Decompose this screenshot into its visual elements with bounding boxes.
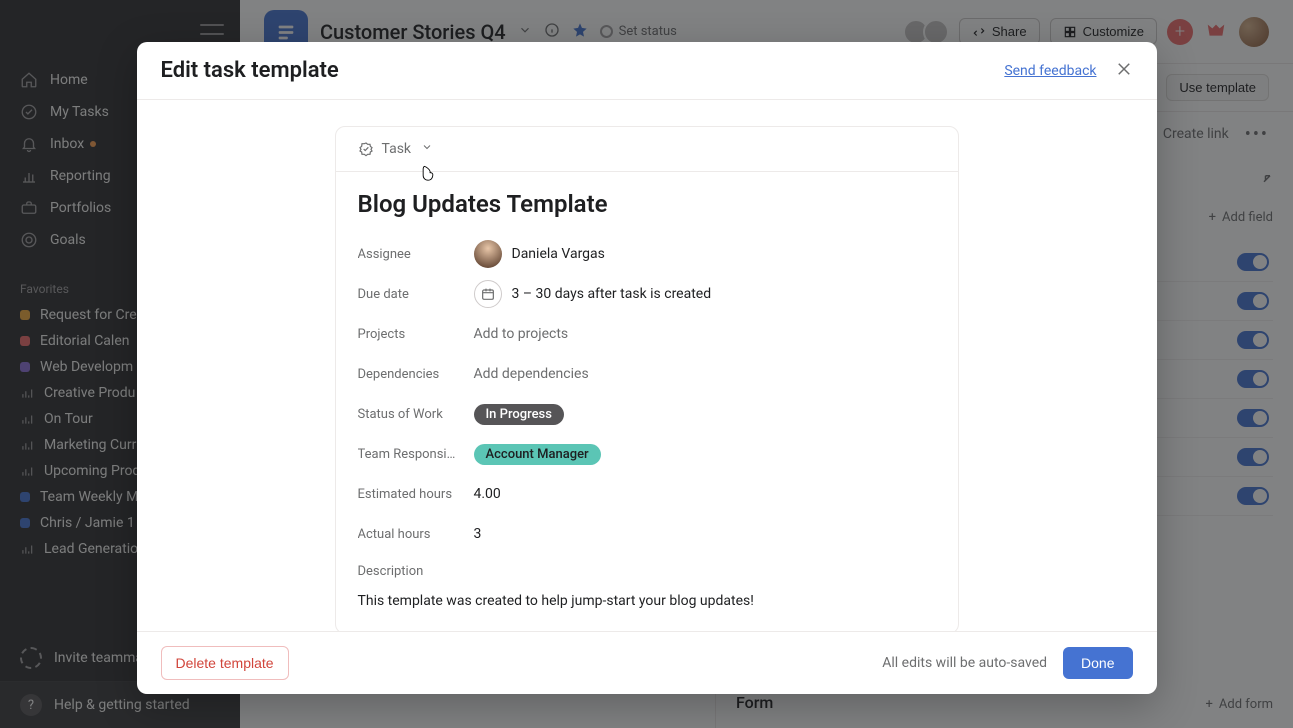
modal-overlay[interactable]: Edit task template Send feedback T <box>0 0 1293 728</box>
assignee-value: Daniela Vargas <box>512 246 605 262</box>
task-type-label: Task <box>382 141 412 157</box>
projects-label: Projects <box>358 327 474 342</box>
dependencies-label: Dependencies <box>358 367 474 382</box>
projects-row[interactable]: Projects Add to projects <box>358 314 936 354</box>
team-row[interactable]: Team Responsi… Account Manager <box>358 434 936 474</box>
description-text[interactable]: This template was created to help jump-s… <box>358 579 936 609</box>
task-badge-icon <box>358 141 374 157</box>
template-card: Task Blog Updates Template Assignee Dani… <box>335 126 959 631</box>
close-icon[interactable] <box>1115 60 1133 82</box>
status-row[interactable]: Status of Work In Progress <box>358 394 936 434</box>
delete-template-button[interactable]: Delete template <box>161 646 289 680</box>
team-label: Team Responsi… <box>358 447 474 462</box>
projects-value: Add to projects <box>474 326 569 342</box>
assignee-label: Assignee <box>358 247 474 262</box>
assignee-avatar <box>474 240 502 268</box>
team-pill: Account Manager <box>474 444 601 465</box>
assignee-row[interactable]: Assignee Daniela Vargas <box>358 234 936 274</box>
status-label: Status of Work <box>358 407 474 422</box>
estimated-hours-value: 4.00 <box>474 486 501 502</box>
actual-hours-value: 3 <box>474 526 482 542</box>
due-date-value: 3 – 30 days after task is created <box>512 286 712 302</box>
calendar-icon <box>474 280 502 308</box>
send-feedback-link[interactable]: Send feedback <box>1004 63 1096 79</box>
actual-hours-row[interactable]: Actual hours 3 <box>358 514 936 554</box>
task-type-dropdown[interactable]: Task <box>336 127 958 172</box>
status-pill: In Progress <box>474 404 564 425</box>
done-button[interactable]: Done <box>1063 647 1132 679</box>
template-title[interactable]: Blog Updates Template <box>358 190 936 218</box>
dependencies-row[interactable]: Dependencies Add dependencies <box>358 354 936 394</box>
dependencies-value: Add dependencies <box>474 366 589 382</box>
due-date-row[interactable]: Due date 3 – 30 days after task is creat… <box>358 274 936 314</box>
actual-hours-label: Actual hours <box>358 527 474 542</box>
description-label: Description <box>358 554 936 579</box>
edit-task-template-modal: Edit task template Send feedback T <box>137 42 1157 694</box>
chevron-down-icon <box>421 141 433 157</box>
autosave-note: All edits will be auto-saved <box>882 655 1047 671</box>
due-date-label: Due date <box>358 287 474 302</box>
estimated-hours-label: Estimated hours <box>358 487 474 502</box>
estimated-hours-row[interactable]: Estimated hours 4.00 <box>358 474 936 514</box>
modal-title: Edit task template <box>161 58 339 83</box>
